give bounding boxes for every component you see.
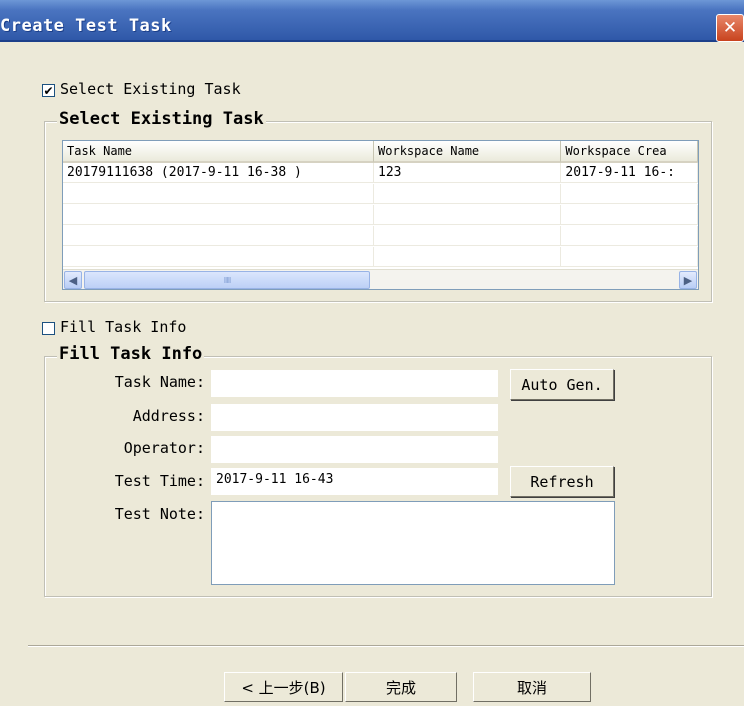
empty-row — [63, 247, 698, 267]
table-row[interactable]: 20179111638 (2017-9-11 16-38 ) 123 2017-… — [63, 163, 698, 183]
column-workspace-created[interactable]: Workspace Crea — [561, 141, 698, 163]
window-title: Create Test Task — [0, 16, 172, 36]
existing-task-list[interactable]: Task Name Workspace Name Workspace Crea … — [62, 140, 699, 290]
address-label: Address: — [132, 407, 205, 425]
test-time-label: Test Time: — [114, 472, 205, 490]
fill-task-info-group-title: Fill Task Info — [57, 344, 205, 364]
operator-input[interactable] — [211, 436, 498, 463]
cell-workspace-created: 2017-9-11 16-: — [561, 163, 698, 183]
task-name-label: Task Name: — [114, 373, 205, 391]
back-button[interactable]: < 上一步(B) — [224, 672, 343, 702]
fill-task-info-checkbox-label[interactable]: Fill Task Info — [60, 318, 186, 336]
empty-row — [63, 205, 698, 225]
list-header: Task Name Workspace Name Workspace Crea — [63, 141, 698, 163]
close-icon: ✕ — [722, 18, 738, 38]
grip-icon: IIIII — [223, 275, 232, 285]
column-task-name[interactable]: Task Name — [63, 141, 375, 163]
scroll-left-button[interactable]: ◀ — [64, 271, 82, 289]
address-input[interactable] — [211, 404, 498, 431]
empty-row — [63, 226, 698, 246]
task-name-input[interactable] — [211, 370, 498, 397]
cell-workspace-name: 123 — [374, 163, 562, 183]
select-existing-checkbox[interactable]: ✔ — [42, 84, 55, 97]
scroll-right-button[interactable]: ▶ — [679, 271, 697, 289]
cancel-button[interactable]: 取消 — [473, 672, 591, 702]
finish-button[interactable]: 完成 — [345, 672, 457, 702]
select-existing-group-title: Select Existing Task — [57, 109, 266, 129]
operator-label: Operator: — [123, 439, 205, 457]
scrollbar-thumb[interactable]: IIIII — [84, 271, 370, 289]
empty-row — [63, 184, 698, 204]
scroll-left-icon: ◀ — [68, 273, 78, 287]
test-time-input[interactable]: 2017-9-11 16-43 — [211, 468, 498, 495]
fill-task-info-checkbox[interactable] — [42, 322, 55, 335]
scroll-right-icon: ▶ — [683, 273, 693, 287]
title-bar: Create Test Task ✕ — [0, 0, 744, 42]
cell-task-name: 20179111638 (2017-9-11 16-38 ) — [63, 163, 375, 183]
select-existing-checkbox-label[interactable]: Select Existing Task — [60, 80, 241, 98]
close-button[interactable]: ✕ — [716, 14, 744, 42]
column-workspace-name[interactable]: Workspace Name — [374, 141, 562, 163]
refresh-button[interactable]: Refresh — [510, 466, 614, 497]
footer-separator — [28, 645, 744, 647]
test-note-label: Test Note: — [114, 505, 205, 523]
auto-gen-button[interactable]: Auto Gen. — [510, 369, 614, 400]
check-mark-icon: ✔ — [43, 83, 54, 98]
test-note-textarea[interactable] — [211, 501, 615, 585]
horizontal-scrollbar[interactable]: ◀ IIIII ▶ — [63, 269, 698, 289]
